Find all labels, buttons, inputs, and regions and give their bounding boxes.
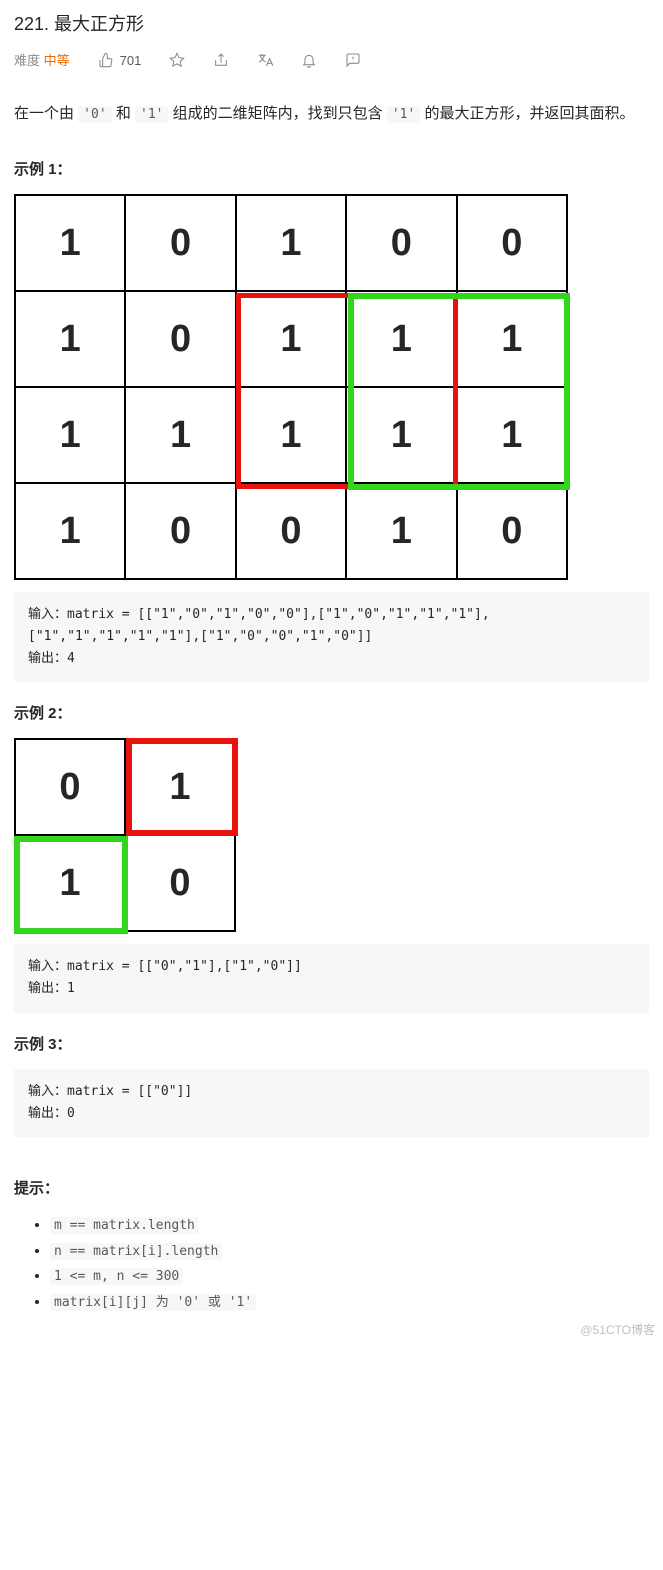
- cell: 0: [125, 195, 235, 291]
- cell: 1: [457, 387, 567, 483]
- matrix-2: 0 1 1 0: [14, 738, 236, 932]
- example-2-heading: 示例 2：: [14, 702, 649, 726]
- code-one: '1': [387, 106, 420, 123]
- cell: 0: [457, 195, 567, 291]
- code-one: '1': [135, 106, 168, 123]
- cell: 0: [457, 483, 567, 579]
- hint-item: matrix[i][j] 为 '0' 或 '1': [50, 1290, 649, 1314]
- example-1-heading: 示例 1：: [14, 158, 649, 182]
- star-icon[interactable]: [169, 52, 185, 71]
- cell: 1: [457, 291, 567, 387]
- difficulty-label: 难度: [14, 53, 40, 68]
- cell: 1: [15, 483, 125, 579]
- difficulty: 难度 中等: [14, 51, 70, 72]
- cell: 1: [15, 387, 125, 483]
- hint-item: m == matrix.length: [50, 1213, 649, 1237]
- output-value: 1: [67, 981, 75, 996]
- desc-text: 在一个由: [14, 105, 78, 122]
- cell: 1: [125, 387, 235, 483]
- hint-code: n == matrix[i].length: [50, 1243, 222, 1260]
- output-value: 0: [67, 1106, 75, 1121]
- cell: 1: [346, 387, 456, 483]
- input-label: 输入：: [28, 1084, 67, 1099]
- cell: 0: [125, 483, 235, 579]
- difficulty-value: 中等: [44, 53, 70, 68]
- cell: 1: [125, 739, 235, 835]
- desc-text: 和: [112, 105, 135, 122]
- problem-description: 在一个由 '0' 和 '1' 组成的二维矩阵内，找到只包含 '1' 的最大正方形…: [14, 100, 649, 129]
- cell: 1: [236, 291, 346, 387]
- example-2-io: 输入：matrix = [["0","1"],["1","0"]] 输出：1: [14, 944, 649, 1012]
- bell-icon[interactable]: [301, 52, 317, 71]
- watermark: @51CTO博客: [580, 1321, 655, 1340]
- like-count: 701: [120, 51, 142, 72]
- hint-code: 1 <= m, n <= 300: [50, 1268, 183, 1285]
- hint-code: matrix[i][j] 为 '0' 或 '1': [50, 1294, 256, 1311]
- example-1-io: 输入：matrix = [["1","0","1","0","0"],["1",…: [14, 592, 649, 682]
- thumbs-up-icon: [98, 52, 114, 71]
- code-zero: '0': [78, 106, 111, 123]
- cell: 0: [236, 483, 346, 579]
- hints-list: m == matrix.length n == matrix[i].length…: [14, 1213, 649, 1314]
- cell: 0: [346, 195, 456, 291]
- output-label: 输出：: [28, 1106, 67, 1121]
- example-3-heading: 示例 3：: [14, 1033, 649, 1057]
- hint-item: 1 <= m, n <= 300: [50, 1264, 649, 1288]
- cell: 1: [15, 195, 125, 291]
- cell: 0: [15, 739, 125, 835]
- cell: 1: [346, 291, 456, 387]
- meta-row: 难度 中等 701: [14, 51, 649, 72]
- hint-item: n == matrix[i].length: [50, 1239, 649, 1263]
- input-value: matrix = [["0"]]: [67, 1084, 192, 1099]
- desc-text: 组成的二维矩阵内，找到只包含: [168, 105, 386, 122]
- cell: 1: [15, 835, 125, 931]
- problem-title: 221. 最大正方形: [14, 10, 649, 39]
- input-value: matrix = [["0","1"],["1","0"]]: [67, 959, 302, 974]
- example-2-image: 0 1 1 0: [14, 738, 238, 932]
- feedback-icon[interactable]: [345, 52, 361, 71]
- input-value: matrix = [["1","0","1","0","0"],["1","0"…: [28, 607, 490, 644]
- translate-icon[interactable]: [257, 52, 273, 71]
- desc-text: 的最大正方形，并返回其面积。: [420, 105, 634, 122]
- input-label: 输入：: [28, 959, 67, 974]
- hints-heading: 提示：: [14, 1177, 649, 1201]
- hint-code: m == matrix.length: [50, 1217, 199, 1234]
- output-label: 输出：: [28, 981, 67, 996]
- output-value: 4: [67, 651, 75, 666]
- cell: 0: [125, 835, 235, 931]
- share-icon[interactable]: [213, 52, 229, 71]
- example-1-image: 1 0 1 0 0 1 0 1 1 1 1 1 1 1 1 1 0 0 1 0: [14, 194, 649, 580]
- output-label: 输出：: [28, 651, 67, 666]
- cell: 0: [125, 291, 235, 387]
- like-button[interactable]: 701: [98, 51, 142, 72]
- input-label: 输入：: [28, 607, 67, 622]
- cell: 1: [15, 291, 125, 387]
- cell: 1: [346, 483, 456, 579]
- cell: 1: [236, 387, 346, 483]
- example-3-io: 输入：matrix = [["0"]] 输出：0: [14, 1069, 649, 1137]
- matrix-1: 1 0 1 0 0 1 0 1 1 1 1 1 1 1 1 1 0 0 1 0: [14, 194, 568, 580]
- cell: 1: [236, 195, 346, 291]
